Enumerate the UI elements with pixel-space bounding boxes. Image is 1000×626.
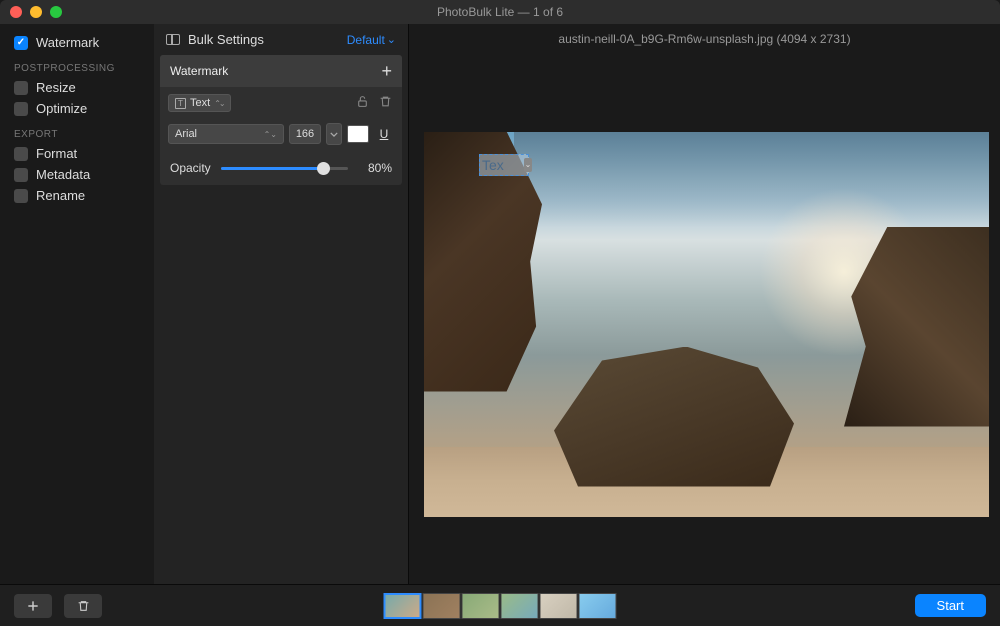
section-head-export: EXPORT (14, 129, 140, 140)
sidebar-item-format[interactable]: Format (14, 143, 140, 164)
checkbox-optimize[interactable] (14, 102, 28, 116)
sidebar-label: Metadata (36, 167, 90, 182)
opacity-label: Opacity (170, 161, 211, 175)
layout-icon (166, 34, 180, 45)
delete-image-button[interactable] (64, 594, 102, 618)
checkbox-format[interactable] (14, 147, 28, 161)
watermark-overlay[interactable]: Tex (479, 154, 529, 176)
preview-image[interactable]: Tex (424, 132, 989, 517)
text-type-icon: T (175, 98, 186, 109)
preview-panel: austin-neill-0A_b9G-Rm6w-unsplash.jpg (4… (409, 24, 1000, 584)
sidebar-label: Rename (36, 188, 85, 203)
watermark-card: Watermark + T Text ⌃⌄ (160, 55, 402, 185)
add-watermark-button[interactable]: + (381, 62, 392, 80)
thumbnail-5[interactable] (540, 593, 578, 619)
settings-panel: Bulk Settings Default Watermark + T Text… (154, 24, 409, 584)
watermark-text: Tex (482, 157, 504, 173)
watermark-handle[interactable] (524, 158, 532, 172)
sidebar-label: Watermark (36, 35, 99, 50)
underline-toggle[interactable]: U (374, 124, 394, 144)
font-family-select[interactable]: Arial ⌃⌄ (168, 124, 284, 144)
watermark-card-title: Watermark (170, 64, 228, 78)
watermark-type-select[interactable]: T Text ⌃⌄ (168, 94, 231, 112)
thumbnail-6[interactable] (579, 593, 617, 619)
sidebar-item-resize[interactable]: Resize (14, 77, 140, 98)
font-size-stepper[interactable] (326, 123, 342, 145)
opacity-value: 80% (358, 161, 392, 175)
checkbox-resize[interactable] (14, 81, 28, 95)
section-head-postprocessing: POSTPROCESSING (14, 63, 140, 74)
filename-label: austin-neill-0A_b9G-Rm6w-unsplash.jpg (4… (409, 24, 1000, 54)
add-image-button[interactable] (14, 594, 52, 618)
unlock-icon[interactable] (354, 93, 371, 113)
start-button[interactable]: Start (915, 594, 986, 617)
checkbox-rename[interactable] (14, 189, 28, 203)
settings-title: Bulk Settings (188, 32, 264, 47)
thumbnail-strip (384, 593, 617, 619)
sidebar-label: Resize (36, 80, 76, 95)
preset-dropdown[interactable]: Default (347, 33, 396, 47)
opacity-slider[interactable] (221, 167, 348, 170)
sidebar-item-metadata[interactable]: Metadata (14, 164, 140, 185)
checkbox-metadata[interactable] (14, 168, 28, 182)
thumbnail-1[interactable] (384, 593, 422, 619)
thumbnail-2[interactable] (423, 593, 461, 619)
sidebar-label: Optimize (36, 101, 87, 116)
thumbnail-3[interactable] (462, 593, 500, 619)
trash-icon[interactable] (377, 93, 394, 113)
minimize-window-button[interactable] (30, 6, 42, 18)
left-sidebar: Watermark POSTPROCESSING Resize Optimize… (0, 24, 154, 584)
slider-thumb[interactable] (317, 162, 330, 175)
footer: Start (0, 584, 1000, 626)
sidebar-item-optimize[interactable]: Optimize (14, 98, 140, 119)
color-picker[interactable] (347, 125, 369, 143)
checkbox-watermark[interactable] (14, 36, 28, 50)
sidebar-item-rename[interactable]: Rename (14, 185, 140, 206)
sidebar-label: Format (36, 146, 77, 161)
maximize-window-button[interactable] (50, 6, 62, 18)
close-window-button[interactable] (10, 6, 22, 18)
settings-header: Bulk Settings Default (154, 24, 408, 55)
window-title: PhotoBulk Lite — 1 of 6 (437, 5, 563, 19)
font-size-input[interactable]: 166 (289, 124, 321, 144)
sidebar-item-watermark[interactable]: Watermark (14, 32, 140, 53)
thumbnail-4[interactable] (501, 593, 539, 619)
titlebar: PhotoBulk Lite — 1 of 6 (0, 0, 1000, 24)
